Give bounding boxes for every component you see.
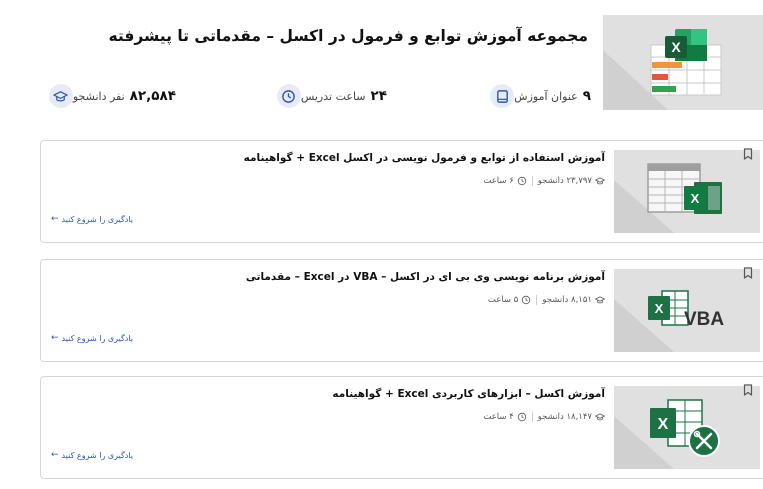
vba-thumb-text: VBA [684, 309, 724, 330]
bookmark-icon[interactable] [743, 267, 753, 279]
start-learning-label: یادگیری را شروع کنید [61, 450, 133, 460]
course-duration: ۵ ساعت [487, 295, 519, 305]
bookmark-icon[interactable] [743, 384, 753, 396]
course-meta: ۱۸,۱۴۷ دانشجو ۴ ساعت [483, 412, 605, 422]
course-duration: ۶ ساعت [483, 176, 514, 186]
course-card[interactable]: X آموزش استفاده از توابع و فرمول نویسی د… [40, 140, 763, 243]
svg-text:X: X [671, 39, 681, 55]
meta-divider [531, 176, 533, 186]
book-icon [490, 84, 515, 108]
arrow-left-icon: ← [51, 214, 59, 224]
graduation-cap-icon [595, 296, 605, 304]
course-students: ۸,۱۵۱ دانشجو [542, 295, 592, 305]
arrow-left-icon: ← [51, 333, 59, 343]
stat-lessons-label: عنوان آموزش [514, 89, 578, 103]
collection-title: مجموعه آموزش توابع و فرمول در اکسل – مقد… [108, 27, 588, 45]
course-thumbnail[interactable]: X [614, 386, 760, 469]
svg-text:X: X [655, 301, 664, 316]
course-meta: ۸,۱۵۱ دانشجو ۵ ساعت [488, 295, 605, 305]
course-title[interactable]: آموزش اکسل – ابزارهای کاربردی Excel + گو… [332, 388, 605, 400]
excel-table-icon: X [614, 163, 722, 233]
start-learning-label: یادگیری را شروع کنید [61, 333, 133, 343]
graduation-cap-icon [48, 84, 73, 108]
start-learning-link[interactable]: ← یادگیری را شروع کنید [51, 333, 133, 343]
start-learning-label: یادگیری را شروع کنید [61, 214, 133, 224]
course-card[interactable]: X VBA آموزش برنامه نویسی وی بی ای در اکس… [40, 259, 763, 362]
meta-divider [531, 412, 533, 422]
excel-vba-icon: X VBA [614, 290, 724, 352]
stat-hours-value: ۲۴ [370, 88, 387, 104]
bookmark-icon[interactable] [743, 148, 753, 160]
clock-icon [276, 84, 301, 108]
stat-hours: ۲۴ ساعت تدریس [271, 84, 387, 108]
start-learning-link[interactable]: ← یادگیری را شروع کنید [51, 214, 133, 224]
course-title[interactable]: آموزش برنامه نویسی وی بی ای در اکسل – VB… [246, 271, 605, 283]
course-students: ۱۸,۱۴۷ دانشجو [537, 412, 592, 422]
stat-hours-label: ساعت تدریس [300, 89, 366, 103]
stat-lessons: ۹ عنوان آموزش [484, 84, 591, 108]
excel-sheet-icon: X [603, 29, 722, 110]
stat-students: ۸۲,۵۸۴ نفر دانشجو [43, 84, 176, 108]
excel-tools-icon: X [614, 399, 720, 469]
clock-icon [522, 295, 531, 305]
course-thumbnail[interactable]: X [614, 150, 760, 233]
clock-icon [517, 412, 526, 422]
graduation-cap-icon [595, 413, 605, 421]
svg-text:X: X [691, 191, 700, 206]
graduation-cap-icon [595, 177, 605, 185]
arrow-left-icon: ← [51, 450, 59, 460]
course-thumbnail[interactable]: X VBA [614, 269, 760, 352]
stat-students-label: نفر دانشجو [72, 89, 125, 103]
course-meta: ۲۳,۷۹۷ دانشجو ۶ ساعت [483, 176, 605, 186]
stat-lessons-value: ۹ [582, 88, 591, 104]
course-title[interactable]: آموزش استفاده از توابع و فرمول نویسی در … [244, 152, 605, 164]
start-learning-link[interactable]: ← یادگیری را شروع کنید [51, 450, 133, 460]
course-students: ۲۳,۷۹۷ دانشجو [537, 176, 592, 186]
meta-divider [536, 295, 538, 305]
clock-icon [517, 176, 526, 186]
course-card[interactable]: X آموزش اکسل – ابزارهای کاربردی Excel + … [40, 376, 763, 479]
collection-thumbnail[interactable]: X [603, 15, 763, 110]
svg-text:X: X [658, 416, 669, 433]
course-duration: ۴ ساعت [483, 412, 514, 422]
stat-students-value: ۸۲,۵۸۴ [129, 88, 176, 104]
